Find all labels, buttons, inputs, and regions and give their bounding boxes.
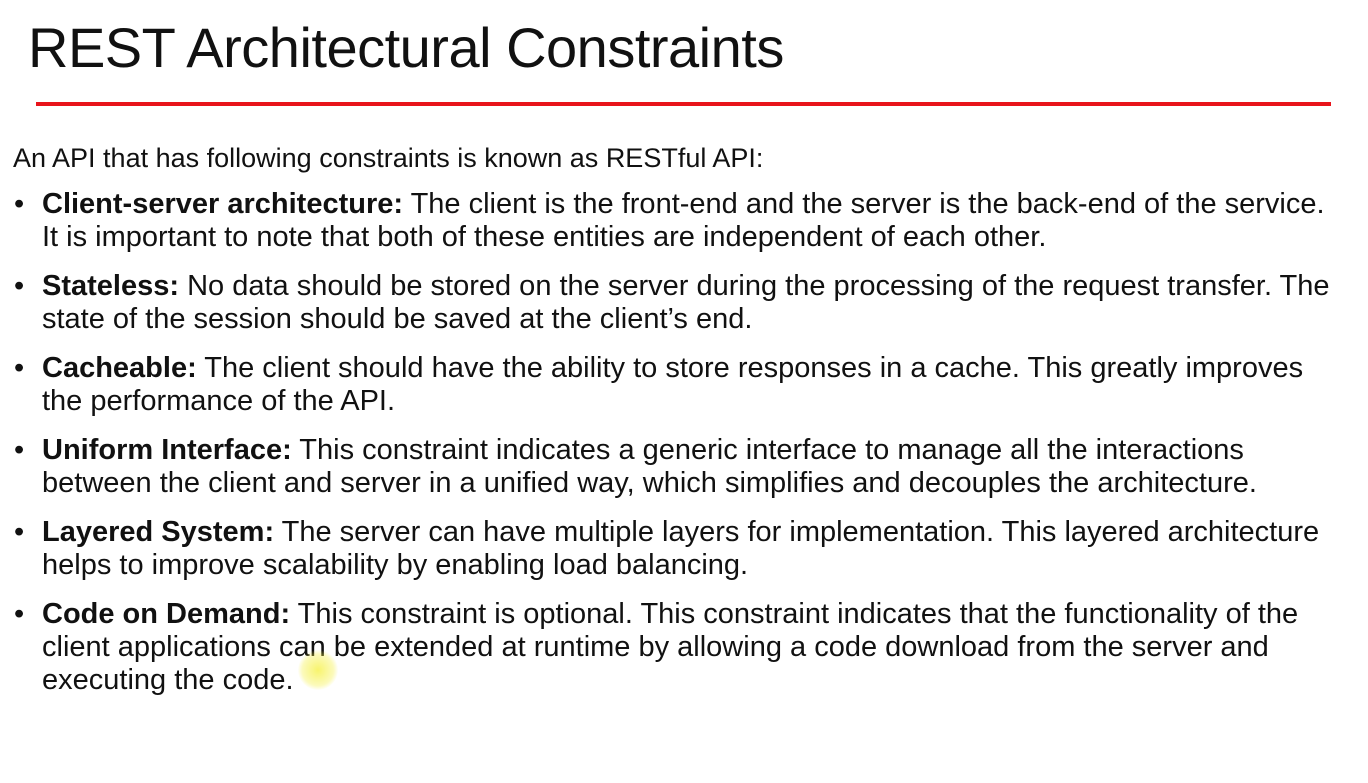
bullet-icon: •	[14, 516, 25, 548]
item-term: Code on Demand:	[42, 598, 291, 630]
bullet-icon: •	[14, 352, 25, 384]
title-underline	[36, 102, 1331, 106]
list-item-stateless: • Stateless: No data should be stored on…	[0, 270, 1340, 336]
list-item-client-server: • Client-server architecture: The client…	[0, 188, 1340, 254]
item-term: Cacheable:	[42, 352, 197, 384]
item-term: Stateless:	[42, 270, 180, 302]
intro-text: An API that has following constraints is…	[13, 143, 764, 173]
list-item-layered-system: • Layered System: The server can have mu…	[0, 516, 1340, 582]
list-item-cacheable: • Cacheable: The client should have the …	[0, 352, 1340, 418]
bullet-icon: •	[14, 598, 25, 630]
constraints-list: • Client-server architecture: The client…	[0, 188, 1340, 713]
list-item-uniform-interface: • Uniform Interface: This constraint ind…	[0, 434, 1340, 500]
item-term: Uniform Interface:	[42, 434, 292, 466]
bullet-icon: •	[14, 270, 25, 302]
bullet-icon: •	[14, 188, 25, 220]
item-term: Layered System:	[42, 516, 275, 548]
item-description: No data should be stored on the server d…	[42, 270, 1330, 335]
item-description: The client should have the ability to st…	[42, 352, 1304, 417]
slide: REST Architectural Constraints An API th…	[0, 0, 1368, 783]
bullet-icon: •	[14, 434, 25, 466]
item-term: Client-server architecture:	[42, 188, 404, 220]
slide-title: REST Architectural Constraints	[28, 16, 784, 79]
list-item-code-on-demand: • Code on Demand: This constraint is opt…	[0, 598, 1340, 697]
